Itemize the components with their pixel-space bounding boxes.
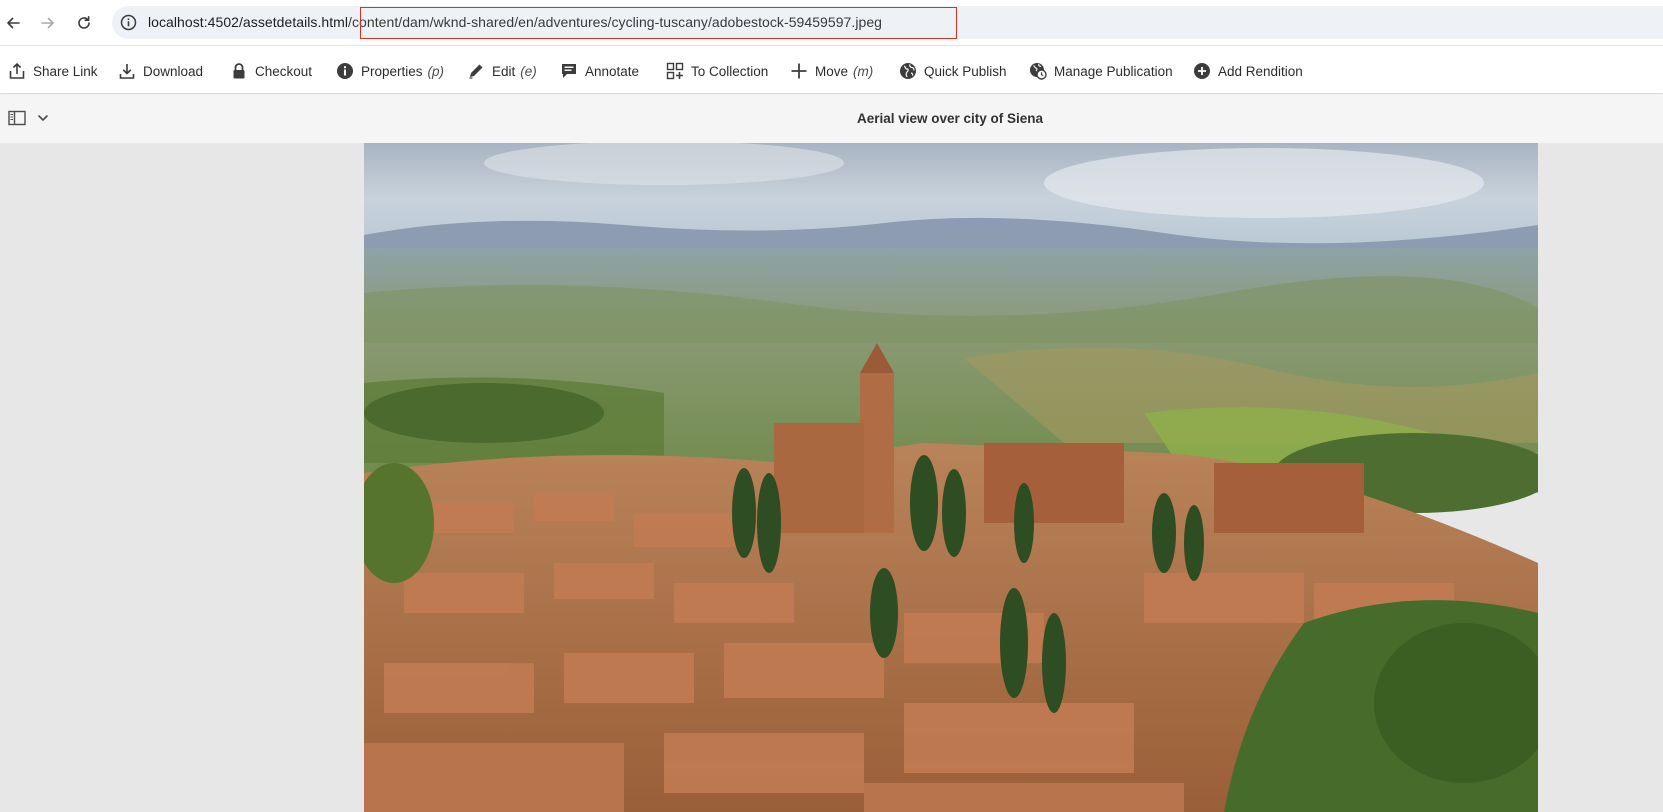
share-link-label: Share Link [33, 63, 98, 79]
to-collection-label: To Collection [691, 63, 769, 79]
back-button[interactable] [1, 11, 25, 35]
asset-action-bar: Share Link Download Checkout Properties(… [0, 47, 1663, 94]
share-icon [9, 63, 25, 79]
download-icon [119, 64, 135, 79]
edit-shortcut: (e) [520, 63, 537, 79]
to-collection-button[interactable]: To Collection [666, 59, 768, 83]
download-button[interactable]: Download [118, 59, 203, 83]
move-icon [791, 63, 807, 79]
annotate-label: Annotate [585, 63, 640, 79]
address-bar[interactable]: localhost:4502/assetdetails.html/content… [112, 6, 1663, 39]
add-rendition-label: Add Rendition [1218, 63, 1303, 79]
annotate-button[interactable]: Annotate [560, 59, 639, 83]
collection-add-icon [666, 62, 684, 80]
reload-icon [78, 16, 90, 29]
properties-shortcut: (p) [427, 63, 445, 79]
asset-preview-area [0, 143, 1663, 812]
edit-label: Edit [492, 63, 516, 79]
manage-publication-label: Manage Publication [1054, 63, 1173, 79]
edit-button[interactable]: Edit (e) [467, 59, 537, 83]
site-info-icon[interactable] [120, 14, 137, 31]
reload-button[interactable] [72, 11, 96, 35]
add-circle-icon [1194, 63, 1210, 79]
url-base: localhost:4502/assetdetails.html [148, 14, 349, 30]
url-path: /content/dam/wknd-shared/en/adventures/c… [348, 14, 882, 30]
move-label: Move [815, 63, 849, 79]
asset-image-preview[interactable] [364, 143, 1538, 812]
move-shortcut: (m) [853, 63, 874, 79]
url-text[interactable]: localhost:4502/assetdetails.html/content… [148, 14, 882, 30]
quick-publish-label: Quick Publish [924, 63, 1007, 79]
comment-icon [562, 64, 576, 78]
lock-icon [233, 63, 245, 79]
add-rendition-button[interactable]: Add Rendition [1193, 59, 1303, 83]
move-button[interactable]: Move (m) [790, 59, 873, 83]
properties-label: Properties [361, 63, 423, 79]
checkout-button[interactable]: Checkout [230, 59, 312, 83]
globe-clock-icon [1030, 63, 1047, 80]
asset-title: Aerial view over city of Siena [856, 111, 1044, 126]
browser-toolbar: localhost:4502/assetdetails.html/content… [0, 0, 1663, 46]
forward-button[interactable] [36, 11, 60, 35]
arrow-right-icon [41, 17, 54, 29]
properties-button[interactable]: Properties (p) [336, 59, 444, 83]
asset-title-bar: Aerial view over city of Siena [0, 95, 1663, 143]
checkout-label: Checkout [255, 63, 313, 79]
quick-publish-button[interactable]: Quick Publish [899, 59, 1007, 83]
share-link-button[interactable]: Share Link [8, 59, 98, 83]
pencil-icon [469, 64, 483, 79]
arrow-left-icon [7, 17, 20, 29]
asset-image [364, 143, 1538, 812]
info-circle-icon [337, 63, 353, 79]
globe-icon [900, 63, 916, 79]
manage-publication-button[interactable]: Manage Publication [1029, 59, 1173, 83]
download-label: Download [143, 63, 204, 79]
